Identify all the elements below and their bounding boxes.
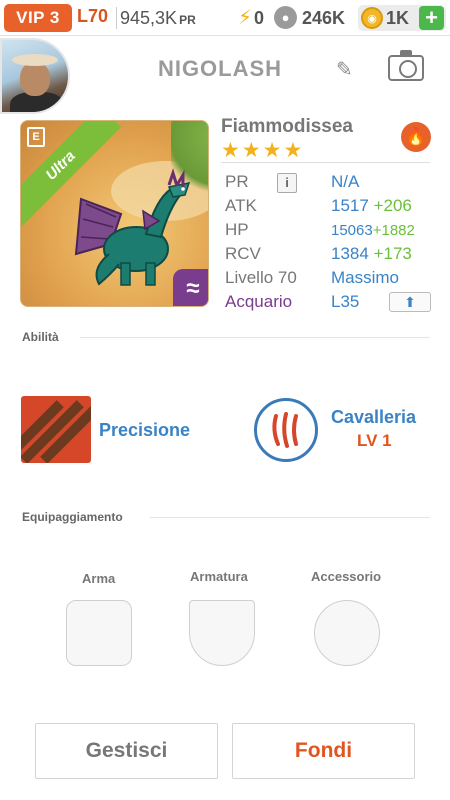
ability-level: LV 1	[357, 431, 392, 450]
precision-ability-icon[interactable]	[21, 396, 91, 463]
class-water-icon: ≈	[173, 269, 208, 306]
player-name: NIGOLASH	[157, 56, 283, 81]
divider	[221, 162, 430, 163]
star-rating: ★★★★	[221, 139, 305, 162]
top-status-bar: VIP 3 L70 945,3K PR ⚡ 0 ● 246K ◉ 1K +	[0, 0, 450, 36]
avatar-face	[20, 62, 50, 96]
avatar[interactable]	[0, 38, 70, 114]
slot-label-accessorio: Accessorio	[311, 569, 382, 584]
claw-marks	[272, 412, 298, 448]
divider	[80, 337, 430, 338]
info-icon[interactable]: i	[277, 173, 297, 193]
rcv-value: 1384	[331, 244, 369, 263]
stat-row-hp: HP 15063+1882	[225, 220, 435, 244]
divider	[116, 7, 117, 29]
weapon-slot[interactable]	[66, 600, 132, 666]
stat-row-level: Livello 70 Massimo	[225, 268, 435, 292]
stat-row-rcv: RCV 1384 +173	[225, 244, 435, 268]
dragon-name: Fiammodissea	[221, 116, 353, 137]
stat-row-atk: ATK 1517 +206	[225, 196, 435, 220]
energy-value: 0	[254, 8, 265, 28]
abilities-title: Abilità	[22, 330, 59, 344]
vip-badge[interactable]: VIP 3	[4, 4, 72, 32]
player-power: 945,3K PR	[120, 8, 196, 29]
armor-slot[interactable]	[189, 600, 255, 666]
hp-value: 15063	[331, 222, 373, 239]
fire-icon: 🔥	[401, 122, 431, 152]
stat-value: 15063+1882	[331, 222, 415, 239]
power-unit: PR	[179, 13, 196, 27]
card-icon: E	[27, 127, 45, 147]
claw-ability-icon[interactable]	[254, 398, 318, 462]
manage-button[interactable]: Gestisci	[35, 723, 218, 779]
stat-label: HP	[225, 220, 249, 239]
lightning-icon: ⚡	[238, 7, 253, 29]
atk-value: 1517	[331, 196, 369, 215]
paw-icon: ●	[274, 6, 297, 29]
stat-label: PR	[225, 172, 249, 191]
edit-icon[interactable]: ✎	[336, 57, 353, 82]
power-value: 945,3K	[120, 8, 178, 28]
player-level: L70	[77, 6, 109, 26]
gold-value: 1K	[386, 8, 410, 28]
upgrade-button[interactable]: ⬆	[389, 292, 431, 312]
stat-label: Livello 70	[225, 268, 297, 287]
equipment-title: Equipaggiamento	[22, 510, 123, 524]
class-level: L35	[331, 292, 360, 311]
atk-bonus: +206	[373, 196, 412, 215]
stat-row-pr: PR i N/A	[225, 172, 435, 196]
ability-name[interactable]: Precisione	[99, 420, 190, 441]
stat-label: RCV	[225, 244, 261, 263]
ability-name[interactable]: Cavalleria	[331, 407, 416, 428]
stat-row-class: Acquario L35 ⬆	[225, 292, 435, 316]
dragon-card[interactable]: Ultra E ≈	[20, 120, 209, 307]
rcv-bonus: +173	[373, 244, 412, 263]
merge-button[interactable]: Fondi	[232, 723, 415, 779]
add-gold-button[interactable]: +	[419, 6, 444, 30]
stat-value: Massimo	[331, 268, 400, 287]
paw-currency-value: 246K	[302, 8, 346, 28]
hp-bonus: +1882	[372, 222, 415, 239]
accessory-slot[interactable]	[314, 600, 380, 666]
slot-label-armatura: Armatura	[190, 569, 248, 584]
coin-icon: ◉	[361, 7, 383, 29]
arrow-up-icon: ⬆	[404, 294, 416, 310]
stat-value: 1384 +173	[331, 244, 412, 264]
class-label: Acquario	[225, 292, 293, 311]
stat-value: 1517 +206	[331, 196, 412, 216]
stat-label: ATK	[225, 196, 257, 215]
camera-icon[interactable]	[388, 50, 424, 81]
slot-label-arma: Arma	[82, 571, 116, 586]
stat-value: N/A	[331, 172, 360, 191]
divider	[150, 517, 430, 518]
avatar-hat	[12, 54, 58, 66]
